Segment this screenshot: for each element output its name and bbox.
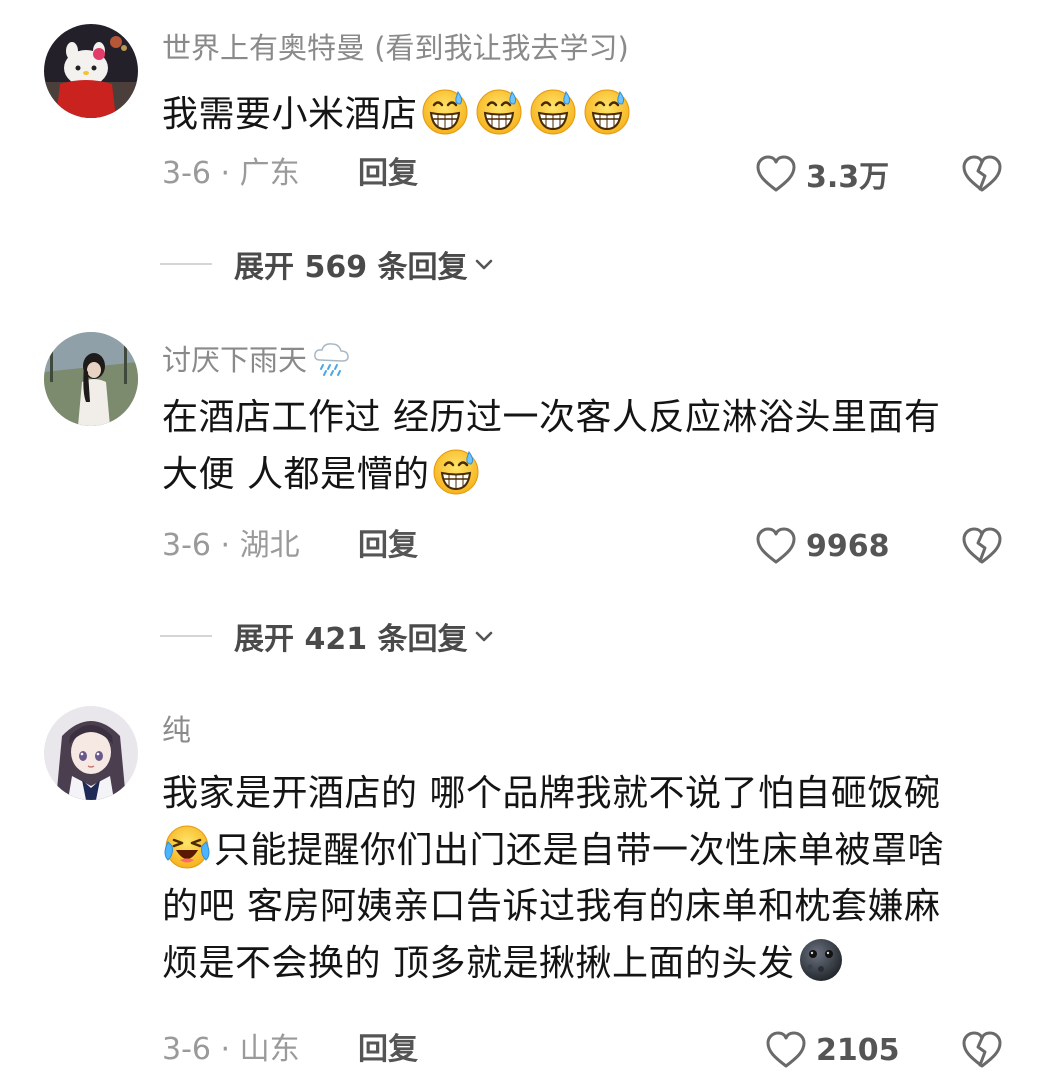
comment-date-location: 3-6 · 广东: [162, 156, 300, 191]
new-moon-face-icon: [796, 935, 846, 985]
comment-text-content: 烦是不会换的 顶多就是揪揪上面的头发: [162, 943, 795, 984]
username-text: 讨厌下雨天: [162, 343, 308, 377]
sweat-grin-icon: [474, 86, 524, 136]
comment-text: 我需要小米酒店: [162, 86, 1012, 143]
avatar[interactable]: [44, 332, 138, 426]
broken-heart-icon: [960, 154, 1004, 194]
username[interactable]: 纯: [162, 712, 191, 748]
comment-text-content: 大便 人都是懵的: [162, 454, 430, 495]
like-count: 3.3万: [806, 160, 890, 195]
comment-text-line: 我家是开酒店的 哪个品牌我就不说了怕自砸饭碗: [162, 773, 941, 814]
reply-button[interactable]: 回复: [358, 154, 418, 194]
broken-heart-icon: [960, 526, 1004, 566]
crying-laughing-icon: [162, 822, 212, 872]
broken-heart-icon: [960, 1030, 1004, 1070]
sweat-grin-icon: [582, 86, 632, 136]
chevron-down-icon: [468, 252, 496, 276]
sweat-grin-icon: [528, 86, 578, 136]
chevron-down-icon: [468, 624, 496, 648]
dislike-button[interactable]: [960, 154, 1004, 194]
expand-replies[interactable]: 展开 569 条回复: [160, 244, 496, 285]
dislike-button[interactable]: [960, 526, 1004, 566]
comment-text: 在酒店工作过 经历过一次客人反应淋浴头里面有 大便 人都是懵的: [162, 390, 1012, 503]
heart-icon: [754, 154, 798, 194]
like-count: 2105: [816, 1032, 900, 1068]
expand-replies-label: 展开 421 条回复: [234, 622, 468, 657]
divider: [160, 635, 212, 637]
avatar[interactable]: [44, 24, 138, 118]
reply-button[interactable]: 回复: [358, 526, 418, 566]
username[interactable]: 讨厌下雨天: [162, 338, 353, 378]
comment-text-line: 烦是不会换的 顶多就是揪揪上面的头发: [162, 935, 1012, 992]
comment-text: 我家是开酒店的 哪个品牌我就不说了怕自砸饭碗 只能提醒你们出门还是自带一次性床单…: [162, 766, 1012, 992]
comment-text-line: 只能提醒你们出门还是自带一次性床单被罩啥: [162, 822, 1012, 879]
comment-date-location: 3-6 · 湖北: [162, 528, 300, 563]
sweat-grin-icon: [420, 86, 470, 136]
comment-text-content: 只能提醒你们出门还是自带一次性床单被罩啥: [214, 830, 945, 871]
comment-text-content: 我需要小米酒店: [162, 94, 418, 135]
heart-icon: [764, 1030, 808, 1070]
comment-text-line: 在酒店工作过 经历过一次客人反应淋浴头里面有: [162, 397, 941, 438]
comment-text-line: 大便 人都是懵的: [162, 446, 1012, 503]
dislike-button[interactable]: [960, 1030, 1004, 1070]
like-button[interactable]: 2105: [764, 1028, 900, 1072]
rain-cloud-icon: [311, 338, 351, 378]
expand-replies-label: 展开 569 条回复: [234, 250, 468, 285]
like-count: 9968: [806, 528, 890, 564]
reply-button[interactable]: 回复: [358, 1030, 418, 1070]
comment-text-line: 的吧 客房阿姨亲口告诉过我有的床单和枕套嫌麻: [162, 886, 941, 927]
avatar[interactable]: [44, 706, 138, 800]
username[interactable]: 世界上有奥特曼 (看到我让我去学习): [162, 30, 629, 66]
expand-replies[interactable]: 展开 421 条回复: [160, 616, 496, 657]
like-button[interactable]: 9968: [754, 524, 890, 568]
like-button[interactable]: 3.3万: [754, 152, 889, 196]
divider: [160, 263, 212, 265]
sweat-grin-icon: [431, 446, 481, 496]
heart-icon: [754, 526, 798, 566]
comment-date-location: 3-6 · 山东: [162, 1032, 300, 1067]
